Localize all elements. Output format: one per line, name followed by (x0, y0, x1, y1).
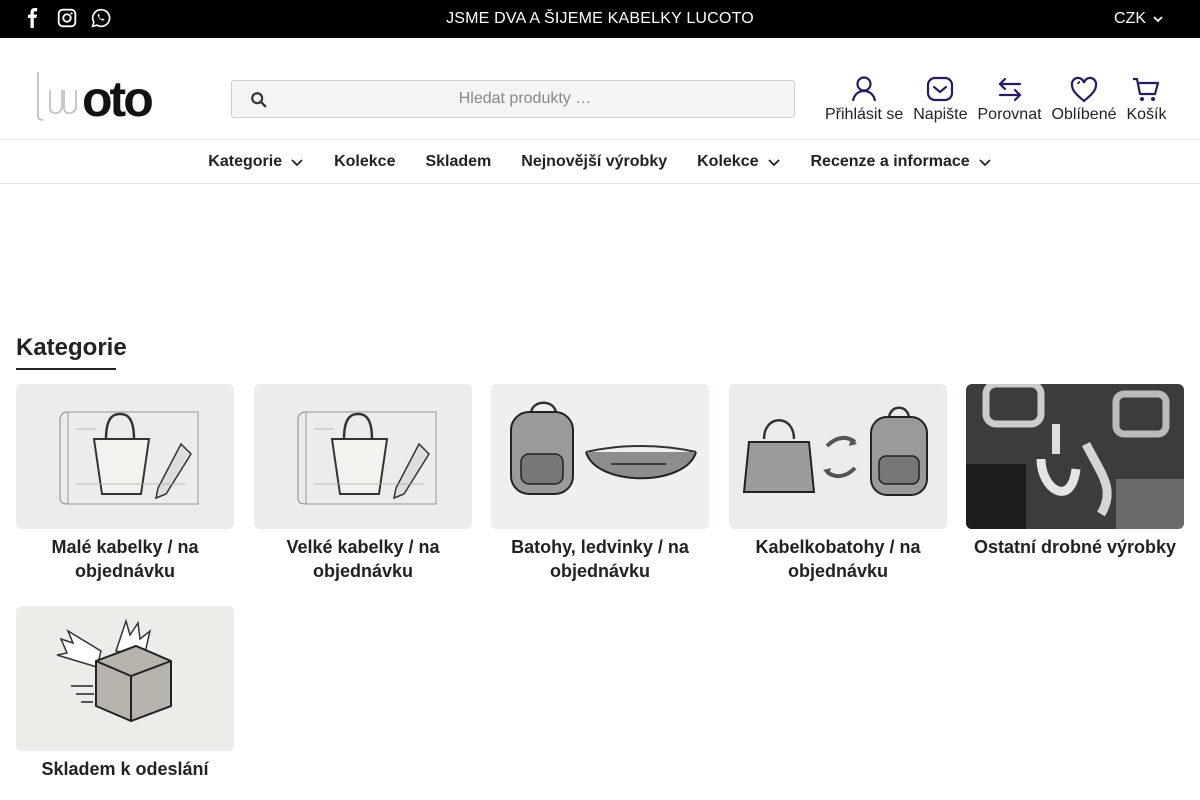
category-image (966, 384, 1184, 529)
category-image (16, 384, 234, 529)
chevron-down-icon (979, 159, 991, 167)
nav-item-nejnovejsi[interactable]: Nejnovější výrobky (521, 153, 667, 171)
nav-item-kolekce[interactable]: Kolekce (334, 153, 395, 171)
header-actions: Přihlásit se Napište Porovnat Oblíbené K… (820, 74, 1172, 124)
message-icon (927, 76, 954, 102)
category-image (729, 384, 947, 529)
favorites-button[interactable]: Oblíbené (1047, 74, 1122, 124)
nav-item-kategorie[interactable]: Kategorie (208, 153, 304, 171)
category-title: Skladem k odeslání (41, 759, 209, 779)
social-links (22, 7, 112, 29)
svg-text:oto: oto (82, 71, 152, 124)
currency-selector[interactable]: CZK (1114, 10, 1164, 28)
category-card[interactable]: Skladem k odeslání (16, 606, 234, 781)
category-card[interactable]: Kabelkobatohy / na objednávku (729, 384, 947, 583)
category-card[interactable]: Ostatní drobné výrobky (966, 384, 1184, 559)
category-title: Ostatní drobné výrobky (973, 537, 1177, 557)
category-title: Malé kabelky / na objednávku (51, 537, 199, 581)
top-bar: JSME DVA A ŠIJEME KABELKY LUCOTO CZK (0, 0, 1200, 38)
cart-icon (1133, 77, 1160, 101)
nav-item-label: Recenze a informace (810, 153, 970, 170)
category-title: Batohy, ledvinky / na objednávku (511, 537, 689, 581)
category-card[interactable]: Malé kabelky / na objednávku (16, 384, 234, 583)
currency-label: CZK (1114, 10, 1146, 27)
compare-icon (997, 77, 1022, 102)
heart-icon (1070, 76, 1098, 103)
category-card[interactable]: Batohy, ledvinky / na objednávku (491, 384, 709, 583)
main-nav: Kategorie Kolekce Skladem Nejnovější výr… (0, 141, 1200, 184)
category-title: Kabelkobatohy / na objednávku (755, 537, 921, 581)
category-image (16, 606, 234, 751)
chevron-down-icon (291, 159, 303, 167)
nav-item-recenze[interactable]: Recenze a informace (811, 153, 992, 171)
cart-button[interactable]: Košík (1121, 74, 1171, 124)
whatsapp-icon[interactable] (90, 7, 112, 29)
section-title: Kategorie (16, 334, 127, 361)
cart-label: Košík (1126, 106, 1167, 123)
nav-item-label: Kolekce (334, 153, 396, 170)
search-input[interactable] (232, 81, 794, 117)
nav-item-label: Kategorie (208, 153, 283, 170)
user-icon (852, 76, 877, 102)
category-title: Velké kabelky / na objednávku (286, 537, 440, 581)
category-image (254, 384, 472, 529)
nav-item-label: Kolekce (697, 153, 759, 170)
nav-item-kolekce-dropdown[interactable]: Kolekce (697, 153, 780, 171)
login-label: Přihlásit se (825, 106, 904, 123)
search-box (231, 80, 795, 118)
category-card[interactable]: Velké kabelky / na objednávku (254, 384, 472, 583)
chevron-down-icon (1153, 16, 1163, 23)
announcement-text: JSME DVA A ŠIJEME KABELKY LUCOTO (446, 10, 754, 27)
compare-label: Porovnat (977, 106, 1042, 123)
section-underline (16, 368, 116, 370)
login-button[interactable]: Přihlásit se (820, 74, 908, 124)
favorites-label: Oblíbené (1051, 106, 1117, 123)
instagram-icon[interactable] (56, 7, 78, 29)
site-header: oto Přihlásit se Napište Porovnat Oblíbe… (0, 38, 1200, 140)
contact-label: Napište (913, 106, 968, 123)
compare-button[interactable]: Porovnat (973, 74, 1047, 124)
category-image (491, 384, 709, 529)
contact-button[interactable]: Napište (908, 74, 972, 124)
search-icon[interactable] (250, 91, 268, 109)
facebook-icon[interactable] (22, 7, 44, 29)
nav-item-skladem[interactable]: Skladem (425, 153, 491, 171)
nav-item-label: Nejnovější výrobky (521, 153, 668, 170)
chevron-down-icon (767, 159, 780, 167)
site-logo[interactable]: oto (34, 68, 198, 127)
nav-item-label: Skladem (425, 153, 492, 170)
